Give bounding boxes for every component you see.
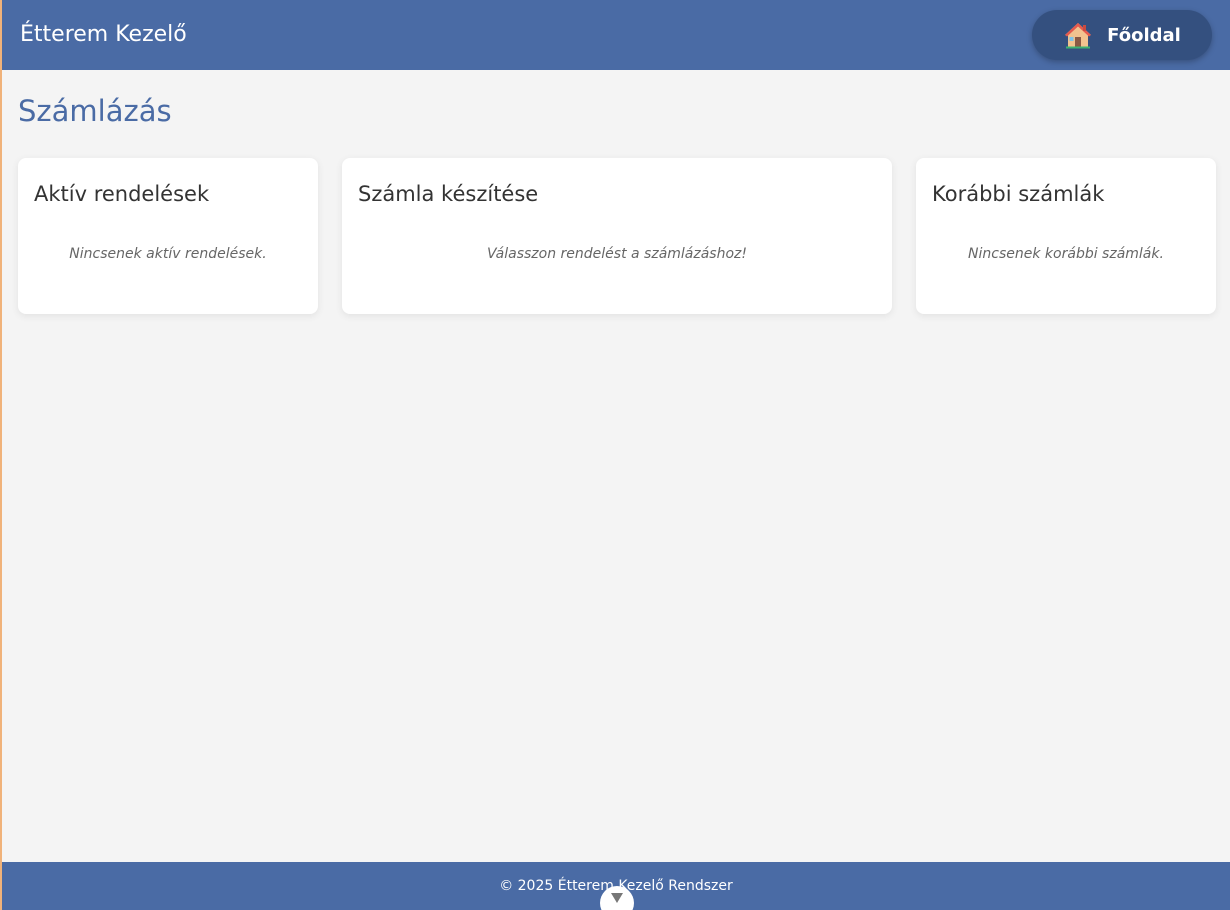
chevron-down-icon [611,893,623,903]
create-invoice-title: Számla készítése [358,182,539,206]
app-title: Étterem Kezelő [20,22,187,47]
create-invoice-empty-message: Válasszon rendelést a számlázáshoz! [486,246,747,262]
active-orders-title: Aktív rendelések [34,182,210,206]
create-invoice-card: Számla készítése Válasszon rendelést a s… [342,158,892,314]
page-title: Számlázás [18,94,172,128]
active-orders-empty-message: Nincsenek aktív rendelések. [69,246,267,262]
previous-invoices-title: Korábbi számlák [932,182,1105,206]
previous-invoices-empty-message: Nincsenek korábbi számlák. [968,246,1164,262]
top-navbar: Étterem Kezelő Főoldal [2,0,1230,70]
previous-invoices-card: Korábbi számlák Nincsenek korábbi számlá… [916,158,1216,314]
home-button-label: Főoldal [1107,24,1181,46]
house-icon [1065,23,1092,49]
app-window: Étterem Kezelő Főoldal Számlázás Aktív r… [0,0,1230,910]
active-orders-card: Aktív rendelések Nincsenek aktív rendelé… [18,158,318,314]
home-button[interactable]: Főoldal [1032,10,1212,60]
